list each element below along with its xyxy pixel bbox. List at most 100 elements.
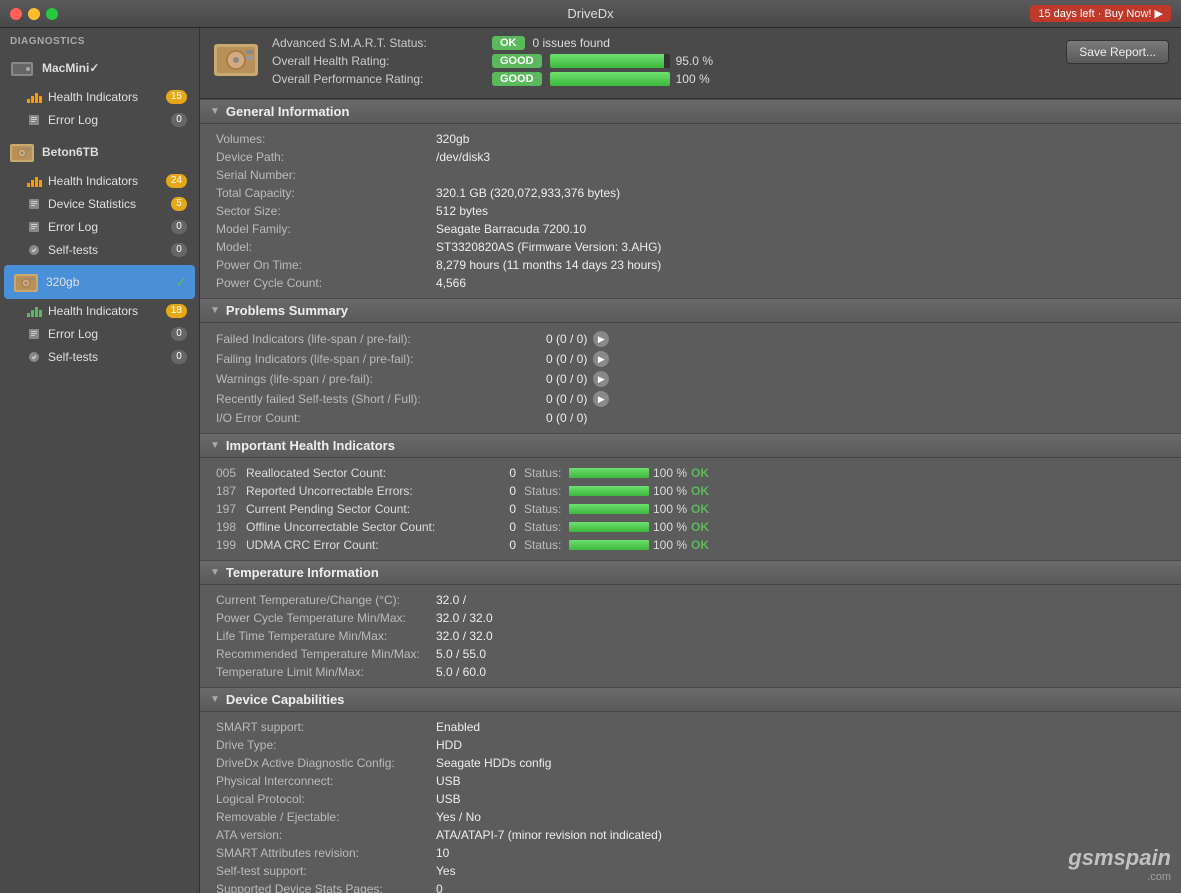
- beton-self-badge: 0: [171, 243, 187, 257]
- beton-stats-icon: [26, 196, 42, 212]
- watermark-sub: .com: [1068, 871, 1171, 883]
- cap-value: ATA/ATAPI-7 (minor revision not indicate…: [436, 828, 662, 842]
- important-health-header: ▼ Important Health Indicators: [200, 433, 1181, 458]
- sidebar-item-320gb-error-log[interactable]: Error Log 0: [4, 323, 195, 345]
- problems-title: Problems Summary: [226, 303, 348, 318]
- prob-arrow-button[interactable]: ▶: [593, 391, 609, 407]
- general-arrow-icon: ▼: [210, 106, 220, 117]
- problems-header: ▼ Problems Summary: [200, 298, 1181, 323]
- hi-bar: [569, 522, 649, 532]
- cap-label: Supported Device Stats Pages:: [216, 882, 436, 893]
- cap-value: USB: [436, 792, 461, 806]
- capability-row: DriveDx Active Diagnostic Config:Seagate…: [200, 754, 1181, 772]
- hi-bar: [569, 468, 649, 478]
- hi-name: Reported Uncorrectable Errors:: [246, 484, 486, 498]
- hi-val: 0: [486, 520, 516, 534]
- macmini-health-label: Health Indicators: [48, 90, 166, 104]
- prob-label: I/O Error Count:: [216, 411, 546, 425]
- capability-row: Self-test support:Yes: [200, 862, 1181, 880]
- buy-now-banner[interactable]: 15 days left · Buy Now! ▶: [1030, 5, 1171, 22]
- sidebar-item-320gb-self-tests[interactable]: Self-tests 0: [4, 346, 195, 368]
- problems-body: Failed Indicators (life-span / pre-fail)…: [200, 323, 1181, 433]
- temp-value: 32.0 /: [436, 593, 466, 607]
- window-controls[interactable]: [10, 8, 58, 20]
- save-report-button[interactable]: Save Report...: [1066, 40, 1169, 64]
- cap-label: SMART support:: [216, 720, 436, 734]
- health-pct: 95.0 %: [676, 54, 713, 68]
- prob-value: 0 (0 / 0): [546, 352, 587, 366]
- hi-name: Reallocated Sector Count:: [246, 466, 486, 480]
- device-capabilities-title: Device Capabilities: [226, 692, 345, 707]
- hi-ok: OK: [691, 484, 709, 498]
- hi-status-label: Status:: [524, 520, 569, 534]
- info-value: ST3320820AS (Firmware Version: 3.AHG): [436, 240, 661, 254]
- hi-val: 0: [486, 484, 516, 498]
- hi-id: 187: [216, 484, 246, 498]
- sidebar-item-320gb[interactable]: 320gb ✓: [4, 265, 195, 299]
- sidebar: DIAGNOSTICS MacMini ✓ Health Indicators …: [0, 28, 200, 893]
- watermark: gsmspain .com: [1068, 845, 1171, 883]
- info-label: Volumes:: [216, 132, 436, 146]
- info-label: Device Path:: [216, 150, 436, 164]
- cap-value: 0: [436, 882, 443, 893]
- cap-value: USB: [436, 774, 461, 788]
- hi-pct: 100 %: [653, 484, 691, 498]
- macmini-error-badge: 0: [171, 113, 187, 127]
- info-value: 320gb: [436, 132, 469, 146]
- minimize-button[interactable]: [28, 8, 40, 20]
- problem-row: Recently failed Self-tests (Short / Full…: [200, 389, 1181, 409]
- cap-value: Seagate HDDs config: [436, 756, 551, 770]
- sidebar-item-beton-self-tests[interactable]: Self-tests 0: [4, 239, 195, 261]
- gb320-health-label: Health Indicators: [48, 304, 166, 318]
- general-info-row: Serial Number:: [200, 166, 1181, 184]
- main-layout: DIAGNOSTICS MacMini ✓ Health Indicators …: [0, 28, 1181, 893]
- cap-label: DriveDx Active Diagnostic Config:: [216, 756, 436, 770]
- sidebar-item-beton-health-indicators[interactable]: Health Indicators 24: [4, 170, 195, 192]
- hi-status-label: Status:: [524, 484, 569, 498]
- problem-row: Failing Indicators (life-span / pre-fail…: [200, 349, 1181, 369]
- hi-pct: 100 %: [653, 520, 691, 534]
- beton-label: Beton6TB: [42, 145, 99, 159]
- sidebar-item-macmini-health-indicators[interactable]: Health Indicators 15: [4, 86, 195, 108]
- general-info-row: Model:ST3320820AS (Firmware Version: 3.A…: [200, 238, 1181, 256]
- temperature-row: Current Temperature/Change (°C):32.0 /: [200, 591, 1181, 609]
- gb320-self-icon: [26, 349, 42, 365]
- info-value: /dev/disk3: [436, 150, 490, 164]
- general-info-row: Power Cycle Count:4,566: [200, 274, 1181, 292]
- hi-bar-fill: [569, 504, 649, 514]
- prob-label: Warnings (life-span / pre-fail):: [216, 372, 546, 386]
- beton6tb-group[interactable]: Beton6TB: [0, 135, 199, 169]
- capability-row: Removable / Ejectable:Yes / No: [200, 808, 1181, 826]
- prob-arrow-button[interactable]: ▶: [593, 331, 609, 347]
- hi-bar-fill: [569, 486, 649, 496]
- problem-row: Warnings (life-span / pre-fail):0 (0 / 0…: [200, 369, 1181, 389]
- gb320-check: ✓: [175, 274, 187, 291]
- temp-value: 5.0 / 55.0: [436, 647, 486, 661]
- hi-ok: OK: [691, 538, 709, 552]
- general-info-row: Volumes:320gb: [200, 130, 1181, 148]
- cap-value: 10: [436, 846, 449, 860]
- prob-arrow-button[interactable]: ▶: [593, 351, 609, 367]
- temp-arrow-icon: ▼: [210, 567, 220, 578]
- prob-arrow-button[interactable]: ▶: [593, 371, 609, 387]
- general-info-body: Volumes:320gbDevice Path:/dev/disk3Seria…: [200, 124, 1181, 298]
- hi-pct: 100 %: [653, 502, 691, 516]
- gb320-self-label: Self-tests: [48, 350, 171, 364]
- problems-summary-section: ▼ Problems Summary Failed Indicators (li…: [200, 298, 1181, 433]
- macmini-icon: [8, 54, 36, 82]
- sidebar-item-macmini-error-log[interactable]: Error Log 0: [4, 109, 195, 131]
- device-capabilities-header: ▼ Device Capabilities: [200, 687, 1181, 712]
- sidebar-item-beton-error-log[interactable]: Error Log 0: [4, 216, 195, 238]
- temp-label: Temperature Limit Min/Max:: [216, 665, 436, 679]
- info-label: Power On Time:: [216, 258, 436, 272]
- hi-val: 0: [486, 466, 516, 480]
- problem-row: Failed Indicators (life-span / pre-fail)…: [200, 329, 1181, 349]
- temp-label: Current Temperature/Change (°C):: [216, 593, 436, 607]
- close-button[interactable]: [10, 8, 22, 20]
- gb320-error-badge: 0: [171, 327, 187, 341]
- macmini-group[interactable]: MacMini ✓: [0, 51, 199, 85]
- sidebar-item-320gb-health-indicators[interactable]: Health Indicators 18: [4, 300, 195, 322]
- sidebar-item-beton-device-statistics[interactable]: Device Statistics 5: [4, 193, 195, 215]
- maximize-button[interactable]: [46, 8, 58, 20]
- health-indicator-row: 187 Reported Uncorrectable Errors: 0 Sta…: [200, 482, 1181, 500]
